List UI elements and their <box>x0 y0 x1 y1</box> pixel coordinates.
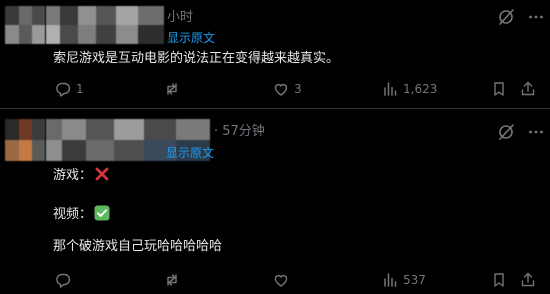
bookmark-button[interactable] <box>490 270 508 290</box>
like-button[interactable] <box>272 270 294 290</box>
views-icon <box>381 271 399 289</box>
show-original-link[interactable]: 显示原文 <box>167 31 215 45</box>
share-icon <box>519 80 537 98</box>
more-icon[interactable] <box>527 123 545 141</box>
repost-icon <box>163 80 181 98</box>
like-icon <box>272 271 290 289</box>
repost-button[interactable] <box>163 270 185 290</box>
repost-icon <box>163 271 181 289</box>
views-button[interactable]: 1,623 <box>381 79 437 99</box>
avatar[interactable] <box>5 119 45 161</box>
views-count: 537 <box>403 273 426 287</box>
reply-icon <box>54 271 72 289</box>
like-count: 3 <box>294 82 302 96</box>
reply-post[interactable]: 小时 显示原文 索尼游戏是互动电影的说法正在变得越来越真实。 1 3 1,623 <box>0 0 550 108</box>
more-icon[interactable] <box>527 8 545 26</box>
reply-icon <box>54 80 72 98</box>
action-bar: 1 3 1,623 <box>0 79 550 99</box>
cross-mark-emoji <box>94 166 110 182</box>
timestamp[interactable]: 小时 <box>167 10 193 25</box>
reply-button[interactable]: 1 <box>54 79 84 99</box>
bookmark-button[interactable] <box>490 79 508 99</box>
share-button[interactable] <box>519 79 537 99</box>
line-text: 视频： <box>53 207 93 222</box>
grok-icon[interactable] <box>497 8 515 26</box>
views-icon <box>381 80 399 98</box>
bookmark-icon <box>490 271 508 289</box>
share-button[interactable] <box>519 270 537 290</box>
line-text: 游戏： <box>53 168 93 183</box>
post-text-line: 那个破游戏自己玩哈哈哈哈哈 <box>53 239 223 254</box>
author-name[interactable] <box>46 6 164 44</box>
show-original-link[interactable]: 显示原文 <box>166 146 214 160</box>
grok-icon[interactable] <box>497 123 515 141</box>
action-bar: 537 <box>0 270 550 290</box>
avatar[interactable] <box>5 6 45 44</box>
views-count: 1,623 <box>403 82 438 96</box>
reply-post[interactable]: · 57分钟 显示原文 游戏： 视频： 那个破游戏自己玩哈哈哈哈哈 537 <box>0 109 550 294</box>
check-mark-emoji <box>94 205 110 221</box>
reply-count: 1 <box>76 82 84 96</box>
bookmark-icon <box>490 80 508 98</box>
post-text-line: 游戏： <box>53 166 110 184</box>
repost-button[interactable] <box>163 79 185 99</box>
post-text: 索尼游戏是互动电影的说法正在变得越来越真实。 <box>53 51 340 66</box>
like-icon <box>272 80 290 98</box>
like-button[interactable]: 3 <box>272 79 302 99</box>
views-button[interactable]: 537 <box>381 270 426 290</box>
share-icon <box>519 271 537 289</box>
post-text-line: 视频： <box>53 205 110 223</box>
reply-button[interactable] <box>54 270 76 290</box>
timestamp[interactable]: · 57分钟 <box>214 124 265 139</box>
